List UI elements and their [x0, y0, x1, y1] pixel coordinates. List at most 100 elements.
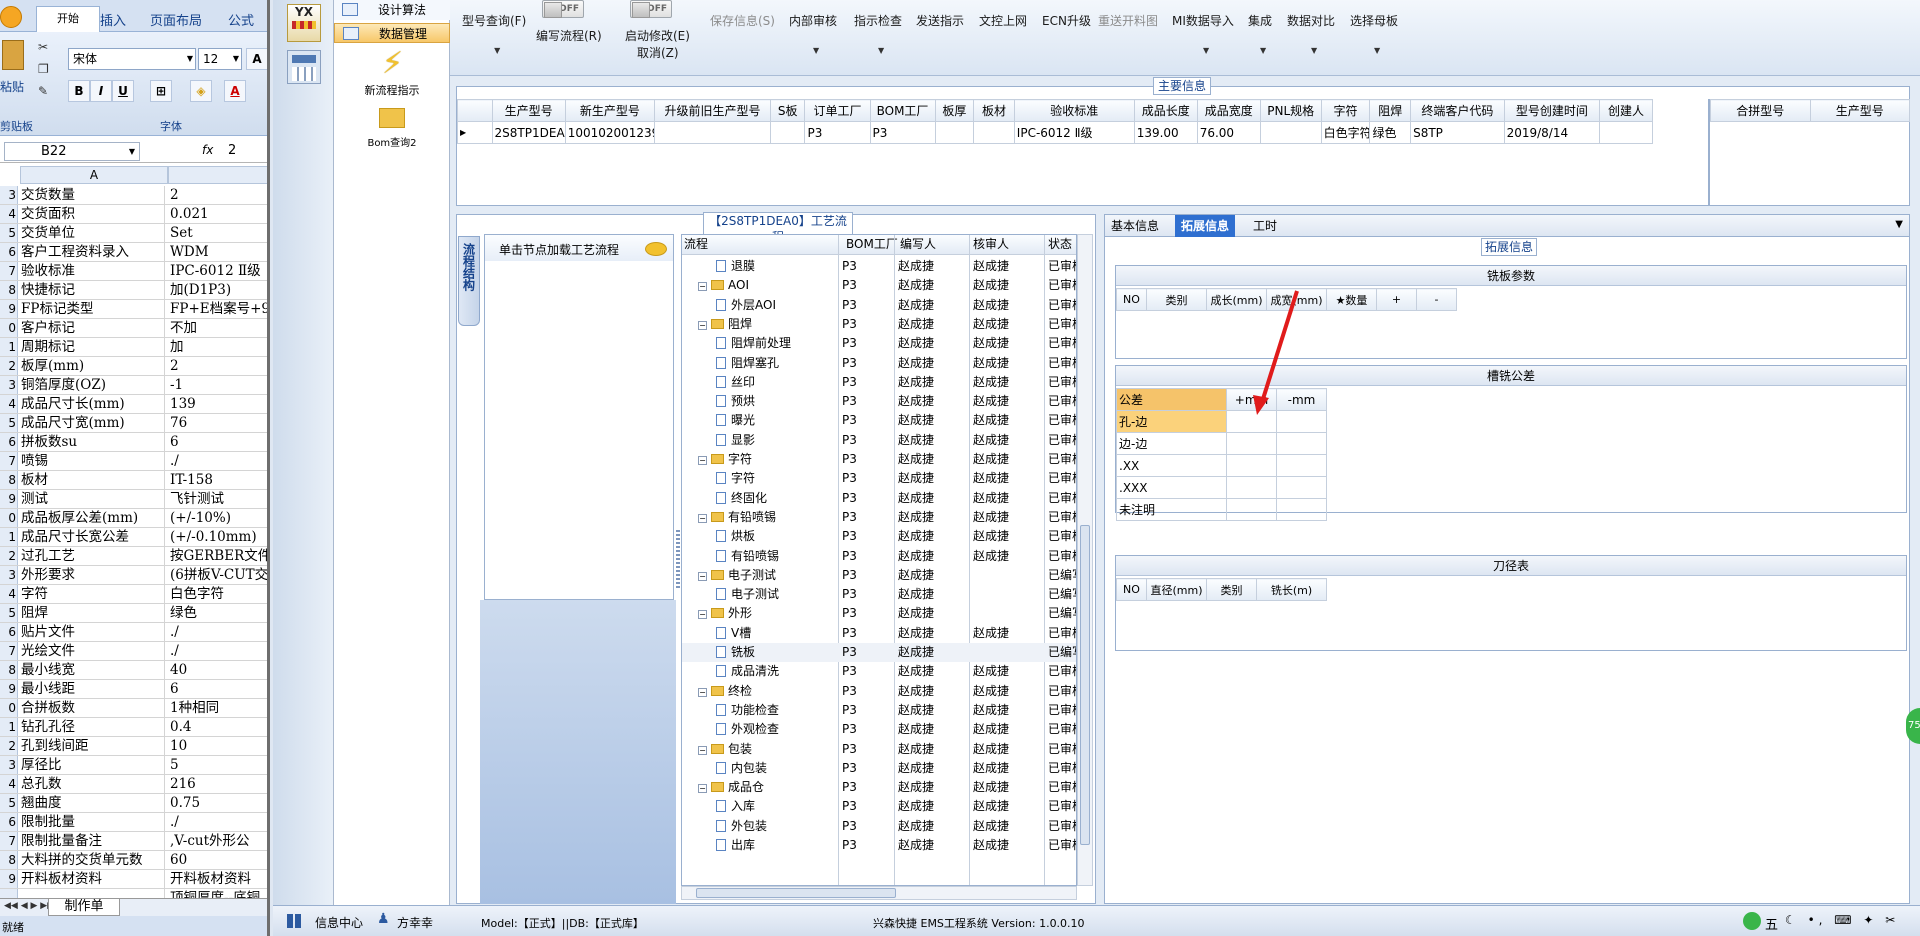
- cell-a[interactable]: 交货单位: [20, 224, 165, 242]
- sheet-row[interactable]: 6 限制批量 ./: [0, 813, 267, 832]
- cell-b[interactable]: ./: [168, 813, 179, 831]
- cell-a[interactable]: 钻孔孔径: [20, 718, 165, 736]
- tree-row[interactable]: 外观检查 P3 赵成捷 赵成捷 已审核: [682, 720, 1076, 739]
- sheet-row[interactable]: 8 大料拼的交货单元数 60: [0, 851, 267, 870]
- row-number[interactable]: 6: [0, 433, 18, 451]
- tree-row[interactable]: − 字符 P3 赵成捷 赵成捷 已审核: [682, 450, 1076, 469]
- row-number[interactable]: 8: [0, 471, 18, 489]
- italic-button[interactable]: I: [90, 80, 112, 102]
- cell-a[interactable]: 快捷标记: [20, 281, 165, 299]
- column-header[interactable]: 板材: [973, 99, 1015, 122]
- cell-a[interactable]: 喷锡: [20, 452, 165, 470]
- column-header-b[interactable]: [168, 166, 267, 184]
- tree-row[interactable]: − 成品仓 P3 赵成捷 赵成捷 已审核: [682, 778, 1076, 797]
- sheet-row[interactable]: 3 铜箔厚度(OZ) -1: [0, 376, 267, 395]
- cell-b[interactable]: WDM: [168, 243, 209, 261]
- tree-row[interactable]: − 电子测试 P3 赵成捷 已编写: [682, 566, 1076, 585]
- tree-node-label[interactable]: 终固化: [731, 491, 767, 505]
- cell-a[interactable]: 测试: [20, 490, 165, 508]
- cancel-button[interactable]: 取消(Z): [637, 44, 679, 61]
- col-writer[interactable]: 编写人: [900, 235, 936, 254]
- doc-control-upload-button[interactable]: 文控上网: [979, 12, 1027, 29]
- select-master-board-button[interactable]: 选择母板 ▼: [1350, 12, 1398, 55]
- cell-b[interactable]: 216: [168, 775, 196, 793]
- start-edit-toggle[interactable]: OFF: [630, 0, 672, 18]
- tree-node-label[interactable]: AOI: [728, 278, 749, 292]
- row-number[interactable]: 5: [0, 224, 18, 242]
- table-cell[interactable]: 139.00: [1133, 121, 1198, 144]
- cell-a[interactable]: 限制批量备注: [20, 832, 165, 850]
- tree-node-label[interactable]: 终检: [728, 684, 752, 698]
- row-number[interactable]: 6: [0, 243, 18, 261]
- col-bom-factory[interactable]: BOM工厂: [846, 235, 898, 254]
- cell-b[interactable]: 0.4: [168, 718, 191, 736]
- sheet-row[interactable]: 4 字符 白色字符: [0, 585, 267, 604]
- formula-input[interactable]: 2: [228, 143, 236, 158]
- tree-row[interactable]: 终固化 P3 赵成捷 赵成捷 已审核: [682, 489, 1076, 508]
- row-number[interactable]: 1: [0, 338, 18, 356]
- table-row[interactable]: ▶2S8TP1DEA010010200123997 P3P3 IPC-6012 Ⅱ级…: [457, 121, 1653, 144]
- sheet-row[interactable]: 6 贴片文件 ./: [0, 623, 267, 642]
- row-number[interactable]: 9: [0, 870, 18, 888]
- sheet-row[interactable]: 8 板材 IT-158: [0, 471, 267, 490]
- cell-b[interactable]: 60: [168, 851, 187, 869]
- cell-a[interactable]: 合拼板数: [20, 699, 165, 717]
- column-header[interactable]: 终端客户代码: [1410, 99, 1505, 122]
- cell-a[interactable]: 客户工程资料录入: [20, 243, 165, 261]
- sheet-row[interactable]: 0 合拼板数 1种相同: [0, 699, 267, 718]
- cell-a[interactable]: 铜箔厚度(OZ): [20, 376, 165, 394]
- cell-b[interactable]: 1种相同: [168, 699, 219, 717]
- copy-icon[interactable]: ❐: [38, 62, 49, 76]
- tree-row[interactable]: 有铅喷锡 P3 赵成捷 赵成捷 已审核: [682, 547, 1076, 566]
- cell-b[interactable]: 加: [168, 338, 184, 356]
- cell-b[interactable]: Set: [168, 224, 193, 242]
- format-painter-icon[interactable]: ✎: [38, 84, 48, 98]
- tree-node-label[interactable]: 烘板: [731, 529, 755, 543]
- row-number[interactable]: 1: [0, 718, 18, 736]
- tree-node-label[interactable]: 丝印: [731, 375, 755, 389]
- cell-b[interactable]: (+/-0.10mm): [168, 528, 257, 546]
- sheet-row[interactable]: 7 光绘文件 ./: [0, 642, 267, 661]
- plus-mm-cell[interactable]: [1226, 432, 1277, 455]
- tree-node-label[interactable]: 电子测试: [731, 587, 779, 601]
- fill-color-button[interactable]: ◈: [190, 80, 212, 102]
- tolerance-row[interactable]: .XX: [1116, 454, 1327, 477]
- cell-b[interactable]: 5: [168, 756, 179, 774]
- column-header[interactable]: 铣长(m): [1256, 578, 1327, 601]
- row-number[interactable]: 6: [0, 623, 18, 641]
- sheet-row[interactable]: 4 成品尺寸长(mm) 139: [0, 395, 267, 414]
- sheet-row[interactable]: 7 喷锡 ./: [0, 452, 267, 471]
- cell-a[interactable]: 限制批量: [20, 813, 165, 831]
- sheet-row[interactable]: 7 限制批量备注 ,V-cut外形公: [0, 832, 267, 851]
- table-cell[interactable]: 76.00: [1196, 121, 1261, 144]
- tree-node-label[interactable]: 显影: [731, 433, 755, 447]
- column-header[interactable]: 成品宽度: [1196, 99, 1261, 122]
- row-number[interactable]: 2: [0, 737, 18, 755]
- column-header[interactable]: 创建人: [1599, 99, 1653, 122]
- internal-review-button[interactable]: 内部审核 ▼: [789, 12, 837, 55]
- collapse-icon[interactable]: −: [698, 320, 707, 330]
- tolerance-row[interactable]: 边-边: [1116, 432, 1327, 455]
- cell-a[interactable]: 周期标记: [20, 338, 165, 356]
- cell-b[interactable]: 绿色: [168, 604, 197, 622]
- tree-row[interactable]: − 包装 P3 赵成捷 赵成捷 已审核: [682, 740, 1076, 759]
- tree-node-label[interactable]: 曝光: [731, 413, 755, 427]
- row-number[interactable]: 5: [0, 604, 18, 622]
- row-number[interactable]: 5: [0, 794, 18, 812]
- tree-row[interactable]: − AOI P3 赵成捷 赵成捷 已审核: [682, 276, 1076, 295]
- tree-node-label[interactable]: 出库: [731, 838, 755, 852]
- send-indication-button[interactable]: 发送指示: [916, 12, 964, 29]
- tab-flow-structure[interactable]: 流程结构: [458, 236, 480, 326]
- plus-mm-cell[interactable]: [1226, 476, 1277, 499]
- paste-icon[interactable]: [2, 40, 24, 70]
- sheet-row[interactable]: 4 交货面积 0.021: [0, 205, 267, 224]
- sheet-row[interactable]: 6 拼板数su 6: [0, 433, 267, 452]
- cell-a[interactable]: 孔到线间距: [20, 737, 165, 755]
- column-header[interactable]: 验收标准: [1013, 99, 1135, 122]
- sheet-row[interactable]: 3 厚径比 5: [0, 756, 267, 775]
- column-header[interactable]: 板厚: [934, 99, 975, 122]
- cell-b[interactable]: 6: [168, 433, 179, 451]
- row-number[interactable]: 0: [0, 319, 18, 337]
- sheet-row[interactable]: 1 钻孔孔径 0.4: [0, 718, 267, 737]
- tree-node-label[interactable]: 外包装: [731, 819, 767, 833]
